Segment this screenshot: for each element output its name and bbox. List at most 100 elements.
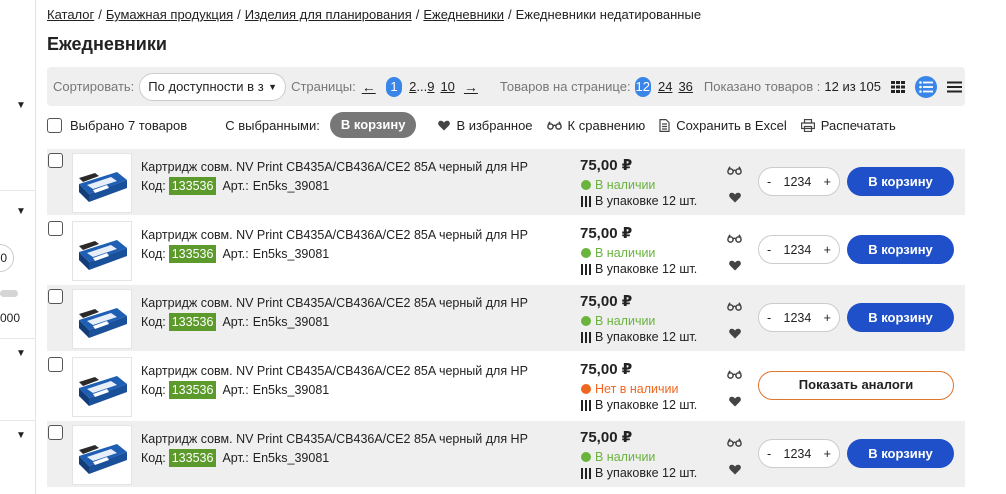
filter-expand-icon[interactable]: ▼: [16, 100, 26, 111]
quantity-stepper[interactable]: -1234 +: [758, 167, 840, 196]
stock-label: В наличии: [595, 178, 656, 192]
product-art: En5ks_39081: [252, 451, 330, 465]
stock-label: В наличии: [595, 450, 656, 464]
print-button[interactable]: Распечатать: [800, 117, 896, 133]
bulk-favorites-button[interactable]: В избранное: [438, 118, 533, 133]
sort-label: Сортировать:: [53, 79, 135, 94]
heart-icon[interactable]: [729, 191, 741, 206]
grid-view-icon[interactable]: [887, 76, 909, 98]
quantity-stepper[interactable]: -1234 +: [758, 235, 840, 264]
increment-button[interactable]: +: [824, 447, 831, 461]
shown-count: 12 из 105: [824, 79, 881, 94]
per-page-24[interactable]: 24: [658, 79, 672, 94]
product-checkbox[interactable]: [48, 357, 63, 372]
breadcrumb-link[interactable]: Изделия для планирования: [245, 7, 412, 22]
product-name[interactable]: Картридж совм. NV Print CB435A/CB436A/CE…: [141, 432, 528, 446]
quantity-value[interactable]: 1234: [784, 447, 812, 461]
filter-expand-icon[interactable]: ▼: [16, 206, 26, 217]
product-name[interactable]: Картридж совм. NV Print CB435A/CB436A/CE…: [141, 364, 528, 378]
breadcrumb-link[interactable]: Ежедневники: [423, 7, 504, 22]
product-name[interactable]: Картридж совм. NV Print CB435A/CB436A/CE…: [141, 296, 528, 310]
product-checkbox[interactable]: [48, 289, 63, 304]
bulk-compare-button[interactable]: К сравнению: [546, 118, 645, 133]
product-code-badge: 133536: [168, 449, 217, 467]
code-label: Код:: [141, 383, 166, 397]
filter-expand-icon[interactable]: ▼: [16, 430, 26, 441]
product-row: Картридж совм. NV Print CB435A/CB436A/CE…: [47, 353, 965, 419]
product-image[interactable]: [72, 357, 132, 417]
package-bars-icon: [581, 195, 591, 207]
compare-icon[interactable]: [727, 435, 742, 450]
breadcrumb-link[interactable]: Бумажная продукция: [106, 7, 233, 22]
print-label: Распечатать: [820, 117, 896, 133]
per-page-12[interactable]: 12: [634, 76, 651, 97]
product-checkbox[interactable]: [48, 153, 63, 168]
quantity-stepper[interactable]: -1234 +: [758, 303, 840, 332]
breadcrumb-link[interactable]: Каталог: [47, 7, 94, 22]
page-link-2[interactable]: 2: [409, 79, 416, 94]
select-all-checkbox[interactable]: [47, 117, 62, 133]
add-to-cart-button[interactable]: В корзину: [847, 167, 954, 196]
page-link-9[interactable]: 9: [427, 79, 434, 94]
product-image[interactable]: [72, 221, 132, 281]
decrement-button[interactable]: -: [767, 175, 771, 189]
product-art: En5ks_39081: [252, 247, 330, 261]
quantity-value[interactable]: 1234: [784, 175, 812, 189]
product-checkbox[interactable]: [48, 221, 63, 236]
increment-button[interactable]: +: [824, 175, 831, 189]
product-image[interactable]: [72, 425, 132, 485]
price-slider-handle[interactable]: [0, 290, 18, 297]
filter-expand-icon[interactable]: ▼: [16, 348, 26, 359]
product-code-badge: 133536: [168, 177, 217, 195]
page-current[interactable]: 1: [385, 76, 403, 97]
show-analogs-button[interactable]: Показать аналоги: [758, 371, 954, 400]
selected-count: Выбрано 7 товаров: [70, 117, 188, 133]
heart-icon[interactable]: [729, 259, 741, 274]
product-checkbox[interactable]: [48, 425, 63, 440]
quantity-stepper[interactable]: -1234 +: [758, 439, 840, 468]
pack-info: В упаковке 12 шт.: [581, 194, 697, 208]
product-name[interactable]: Картридж совм. NV Print CB435A/CB436A/CE…: [141, 160, 528, 174]
decrement-button[interactable]: -: [767, 447, 771, 461]
product-price: 75,00 ₽: [580, 225, 633, 242]
pack-label: В упаковке 12 шт.: [595, 466, 698, 480]
art-label: Арт.:: [222, 315, 249, 329]
next-page-arrow[interactable]: →: [464, 79, 478, 95]
add-to-cart-button[interactable]: В корзину: [847, 439, 954, 468]
list-view-icon[interactable]: [915, 75, 937, 98]
product-name[interactable]: Картридж совм. NV Print CB435A/CB436A/CE…: [141, 228, 528, 242]
price-min-input[interactable]: 0: [0, 244, 14, 272]
compare-icon[interactable]: [727, 231, 742, 246]
heart-icon[interactable]: [729, 327, 741, 342]
save-excel-button[interactable]: Сохранить в Excel: [659, 118, 787, 133]
product-image[interactable]: [72, 153, 132, 213]
stock-label: В наличии: [595, 246, 656, 260]
compare-icon[interactable]: [727, 163, 742, 178]
stock-status: В наличии: [581, 246, 655, 260]
bulk-add-to-cart-button[interactable]: В корзину: [329, 112, 417, 138]
divider: [0, 338, 36, 339]
view-switcher: [887, 75, 965, 98]
add-to-cart-button[interactable]: В корзину: [847, 303, 954, 332]
product-meta: Код: 133536 Арт.: En5ks_39081: [141, 313, 329, 331]
compare-icon[interactable]: [727, 367, 742, 382]
compact-list-view-icon[interactable]: [943, 76, 965, 98]
heart-icon[interactable]: [729, 395, 741, 410]
increment-button[interactable]: +: [824, 243, 831, 257]
page-link-10[interactable]: 10: [440, 79, 454, 94]
art-label: Арт.:: [222, 247, 249, 261]
decrement-button[interactable]: -: [767, 311, 771, 325]
art-label: Арт.:: [222, 179, 249, 193]
product-image[interactable]: [72, 289, 132, 349]
quantity-value[interactable]: 1234: [784, 243, 812, 257]
heart-icon[interactable]: [729, 463, 741, 478]
sort-select[interactable]: По доступности в заказ ▼: [139, 72, 287, 101]
add-to-cart-button[interactable]: В корзину: [847, 235, 954, 264]
decrement-button[interactable]: -: [767, 243, 771, 257]
compare-icon[interactable]: [727, 299, 742, 314]
prev-page-arrow[interactable]: ←: [362, 79, 376, 95]
quantity-value[interactable]: 1234: [784, 311, 812, 325]
package-bars-icon: [581, 399, 591, 411]
increment-button[interactable]: +: [824, 311, 831, 325]
per-page-36[interactable]: 36: [678, 79, 692, 94]
